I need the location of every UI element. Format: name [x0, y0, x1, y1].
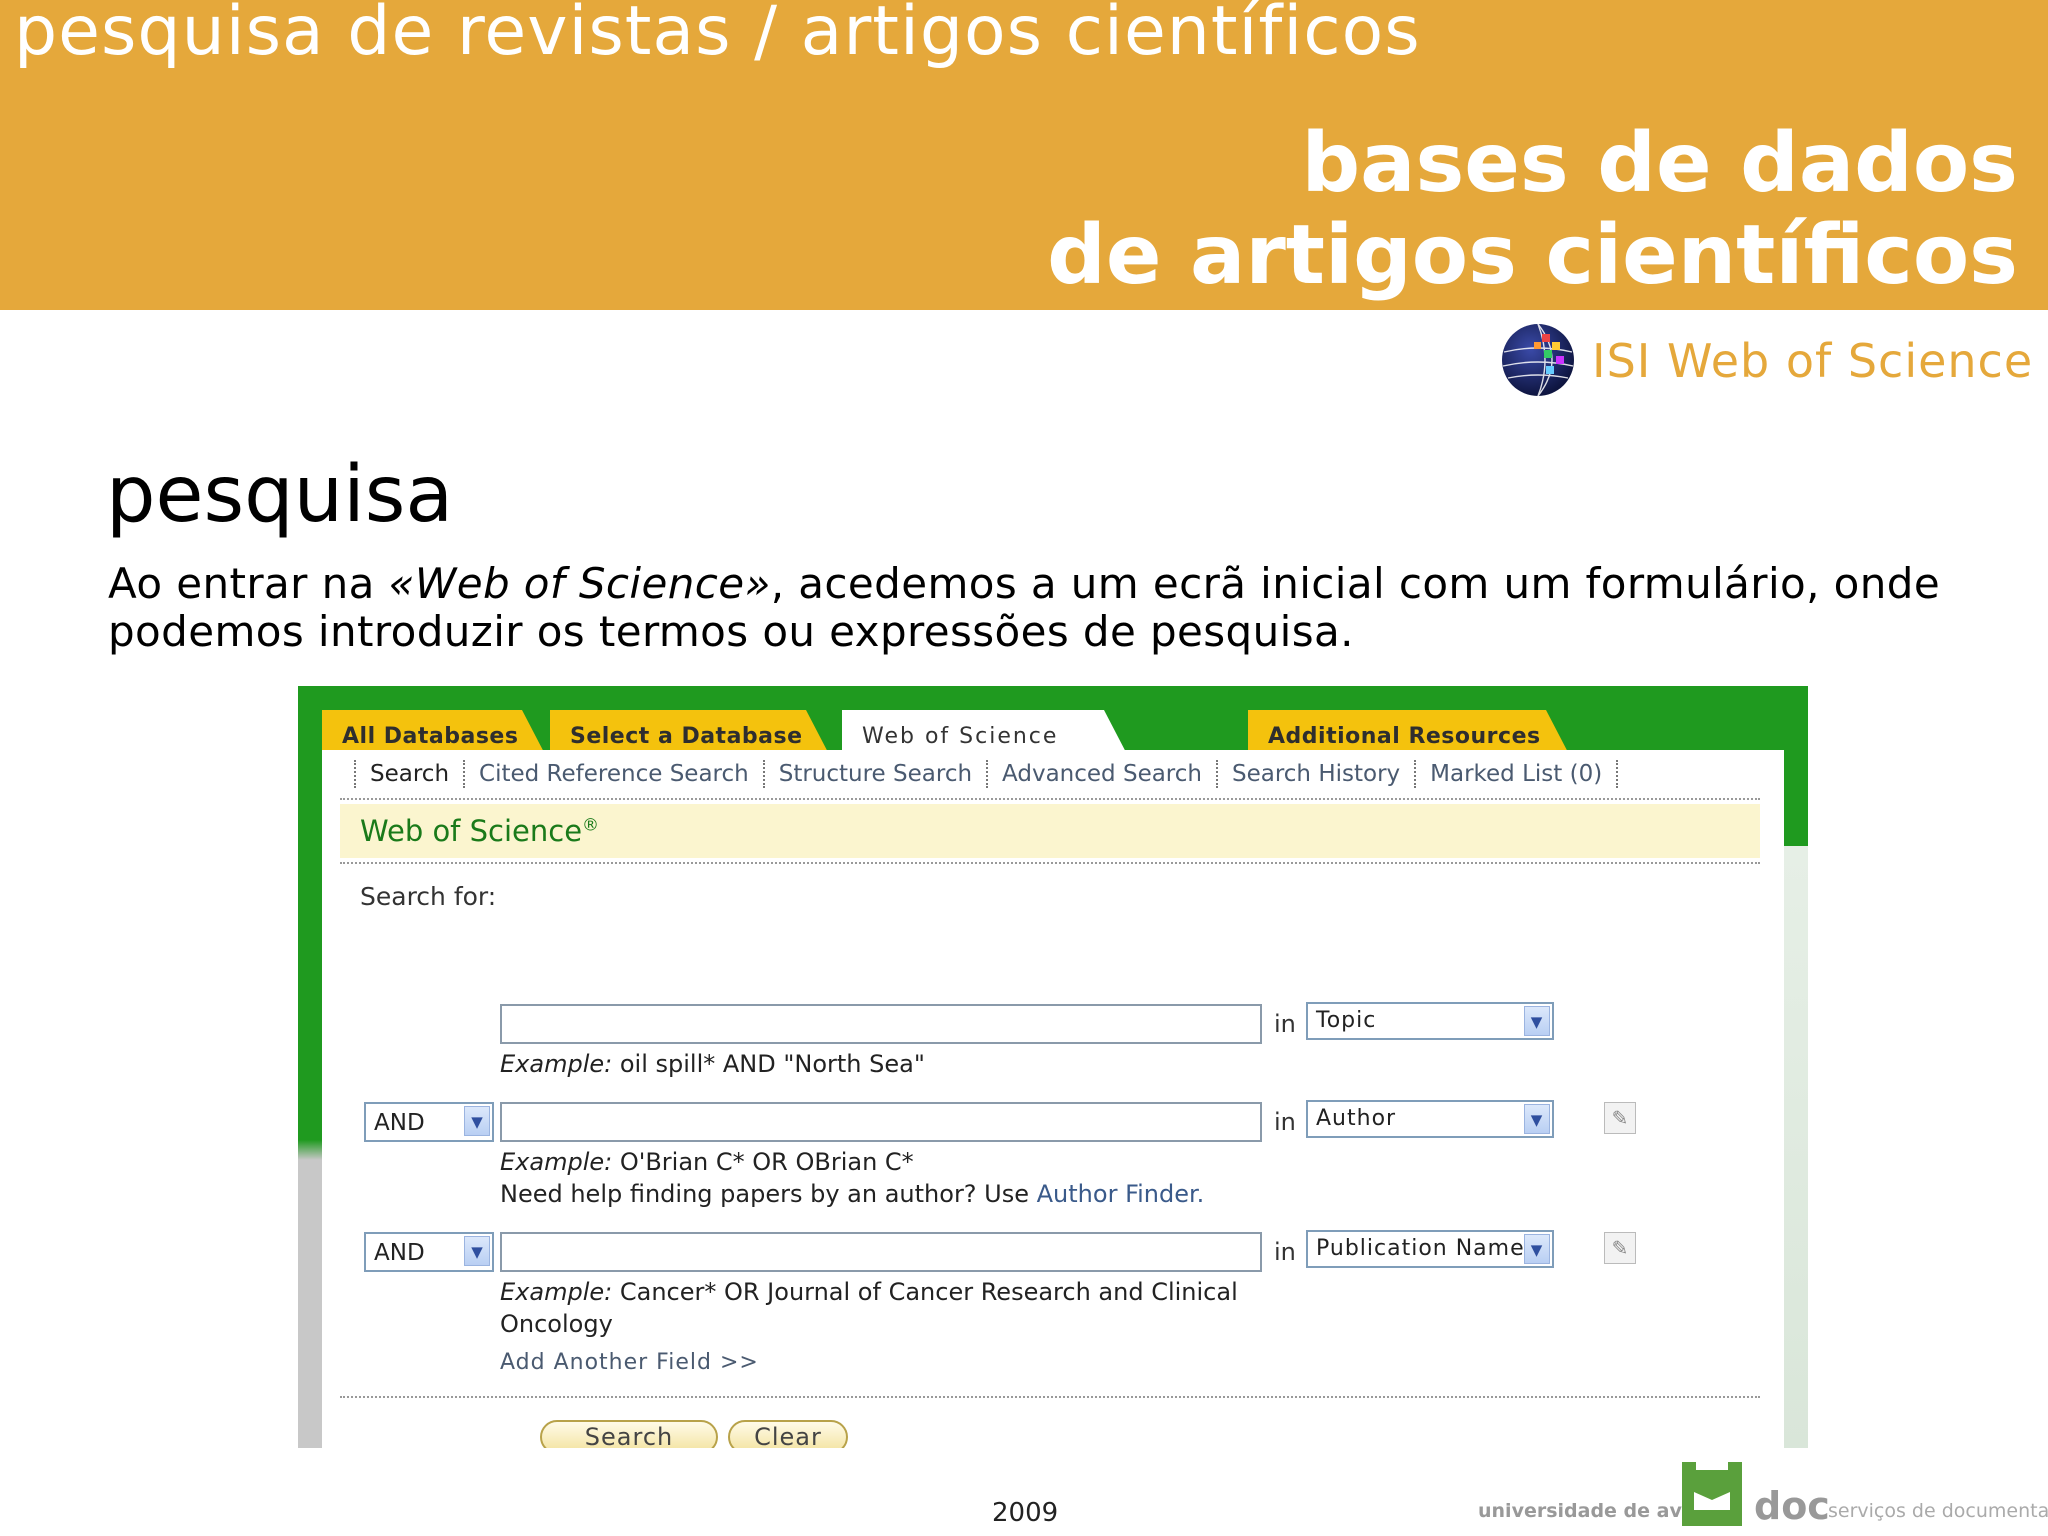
- author-help: Need help finding papers by an author? U…: [500, 1178, 1260, 1210]
- example-label: Example:: [500, 1050, 613, 1078]
- search-button[interactable]: Search: [540, 1420, 718, 1448]
- chevron-down-icon[interactable]: ▼: [464, 1236, 490, 1266]
- author-example: Example: O'Brian C* OR OBrian C* Need he…: [500, 1146, 1260, 1210]
- isi-logo-label: ISI Web of Science: [1592, 334, 2034, 388]
- subnav-separator: [354, 760, 356, 788]
- example-label: Example:: [500, 1278, 613, 1306]
- publication-search-input[interactable]: [500, 1232, 1262, 1272]
- author-search-input[interactable]: [500, 1102, 1262, 1142]
- frame-edge-left: [298, 1140, 322, 1448]
- field-select-value: Publication Name: [1316, 1236, 1525, 1261]
- subnav-advanced-search[interactable]: Advanced Search: [1002, 761, 1202, 787]
- subnav-marked-list[interactable]: Marked List (0): [1430, 761, 1602, 787]
- subnav-separator: [1616, 760, 1619, 788]
- divider: [340, 1396, 1760, 1398]
- header-banner: pesquisa de revistas / artigos científic…: [0, 0, 2048, 310]
- in-label: in: [1274, 1238, 1296, 1266]
- slide-heading: pesquisa: [106, 450, 454, 540]
- main-title-line1: bases de dados: [1301, 116, 2018, 211]
- divider: [340, 862, 1760, 864]
- search-subnav: Search Cited Reference Search Structure …: [340, 756, 1632, 792]
- globe-icon: [1502, 323, 1574, 397]
- footer-services: serviços de documentação: [1828, 1500, 2048, 1522]
- example-text: O'Brian C* OR OBrian C*: [612, 1148, 914, 1176]
- panel-title-text: Web of Science: [360, 814, 583, 848]
- chevron-down-icon[interactable]: ▼: [464, 1106, 490, 1136]
- search-panel: Search Cited Reference Search Structure …: [322, 750, 1784, 1448]
- chevron-down-icon[interactable]: ▼: [1524, 1104, 1550, 1134]
- lookup-icon[interactable]: ✎: [1604, 1102, 1636, 1134]
- example-label: Example:: [500, 1148, 613, 1176]
- author-finder-link[interactable]: Author Finder.: [1037, 1180, 1205, 1208]
- author-help-text: Need help finding papers by an author? U…: [500, 1180, 1037, 1208]
- in-label: in: [1274, 1108, 1296, 1136]
- wos-screenshot: All Databases Select a Database Web of S…: [298, 686, 1808, 1448]
- subnav-structure-search[interactable]: Structure Search: [779, 761, 972, 787]
- subnav-separator: [1215, 760, 1218, 788]
- subnav-cited-reference-search[interactable]: Cited Reference Search: [479, 761, 749, 787]
- subnav-separator: [986, 760, 989, 788]
- divider: [340, 798, 1760, 800]
- registered-mark: ®: [582, 815, 600, 836]
- boolean-operator-value: AND: [374, 1110, 425, 1136]
- add-another-field-link[interactable]: Add Another Field >>: [500, 1350, 759, 1375]
- section-title: pesquisa de revistas / artigos científic…: [14, 0, 1421, 71]
- slide-body-emphasis: «Web of Science»: [388, 559, 771, 608]
- subnav-search-history[interactable]: Search History: [1232, 761, 1400, 787]
- panel-title: Web of Science®: [340, 804, 1760, 858]
- subnav-separator: [1414, 760, 1417, 788]
- lookup-icon[interactable]: ✎: [1604, 1232, 1636, 1264]
- frame-edge-right: [1784, 846, 1808, 1448]
- slide-body: Ao entrar na «Web of Science», acedemos …: [108, 560, 1968, 656]
- field-select-value: Author: [1316, 1106, 1397, 1131]
- slide-body-intro: Ao entrar na: [108, 559, 389, 608]
- subnav-search[interactable]: Search: [370, 761, 449, 787]
- clear-button[interactable]: Clear: [728, 1420, 848, 1448]
- topic-example: Example: oil spill* AND "North Sea": [500, 1048, 1260, 1080]
- field-select-value: Topic: [1316, 1008, 1377, 1033]
- footer-doc: doc: [1754, 1484, 1830, 1528]
- publication-example: Example: Cancer* OR Journal of Cancer Re…: [500, 1276, 1240, 1340]
- boolean-operator-select-2[interactable]: AND ▼: [364, 1232, 494, 1272]
- field-select-publication[interactable]: Publication Name ▼: [1306, 1230, 1554, 1268]
- search-for-label: Search for:: [360, 882, 497, 911]
- chevron-down-icon[interactable]: ▼: [1524, 1006, 1550, 1036]
- example-line: Example: O'Brian C* OR OBrian C*: [500, 1146, 1260, 1178]
- subnav-separator: [463, 760, 466, 788]
- footer-year: 2009: [992, 1498, 1059, 1528]
- boolean-operator-value: AND: [374, 1240, 425, 1266]
- main-title-line2: de artigos científicos: [1047, 208, 2018, 303]
- field-select-author[interactable]: Author ▼: [1306, 1100, 1554, 1138]
- main-title: bases de dados de artigos científicos: [1047, 118, 2018, 302]
- field-select-topic[interactable]: Topic ▼: [1306, 1002, 1554, 1040]
- boolean-operator-select-1[interactable]: AND ▼: [364, 1102, 494, 1142]
- example-text: oil spill* AND "North Sea": [612, 1050, 925, 1078]
- ua-logo-icon: [1682, 1462, 1742, 1526]
- chevron-down-icon[interactable]: ▼: [1524, 1234, 1550, 1264]
- topic-search-input[interactable]: [500, 1004, 1262, 1044]
- in-label: in: [1274, 1010, 1296, 1038]
- subnav-separator: [762, 760, 765, 788]
